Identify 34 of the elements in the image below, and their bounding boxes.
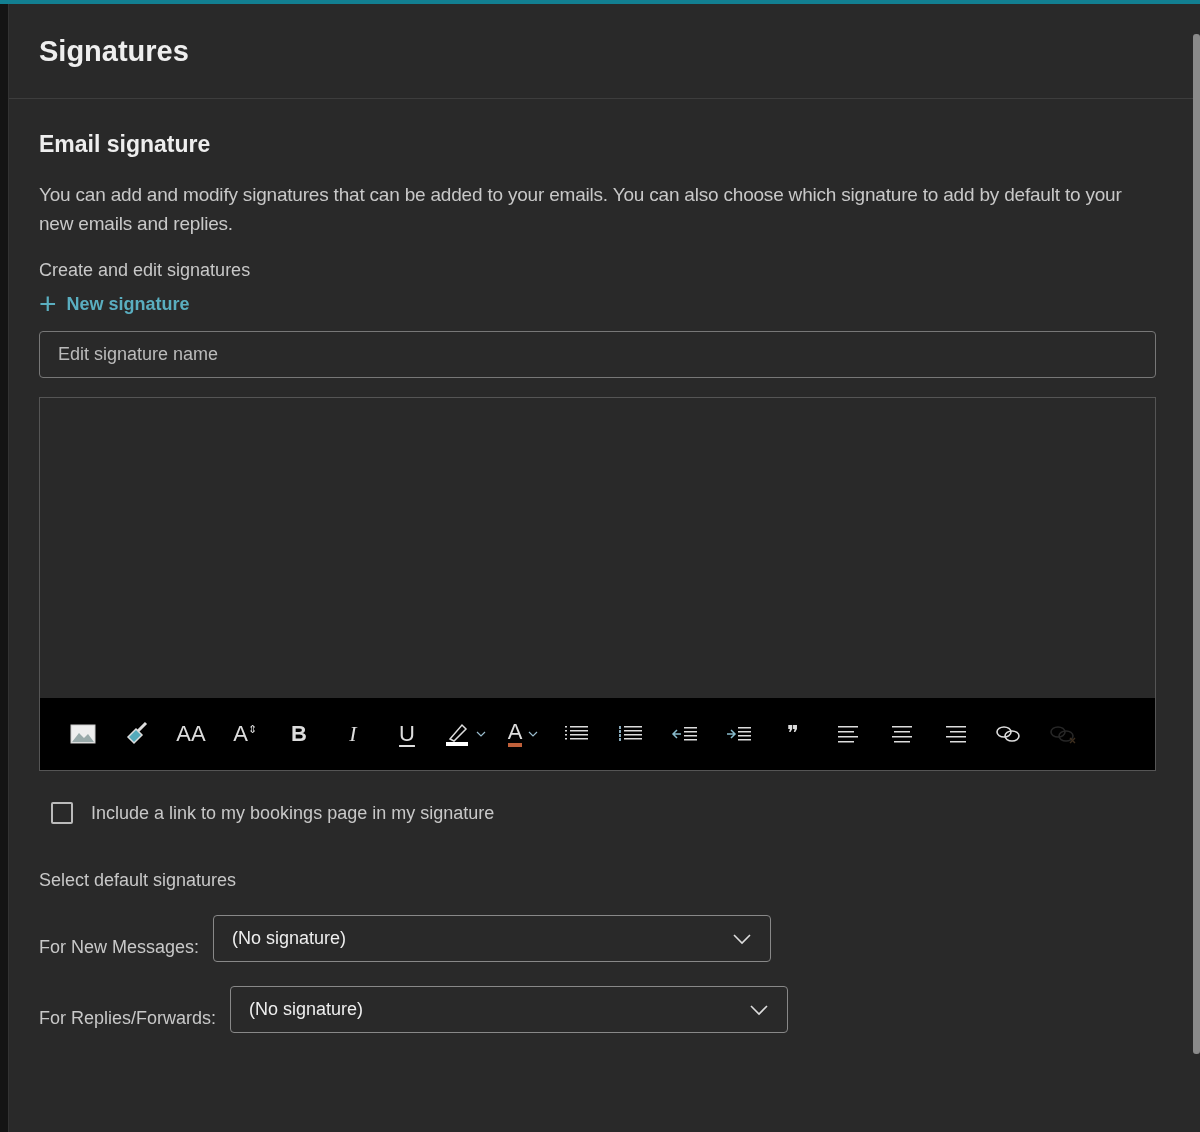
signature-editor[interactable]: AA A$^{⇕}$ B I U A ❞ (39, 397, 1156, 771)
signature-dropdown[interactable]: (No signature) (213, 915, 772, 962)
default-signature-label: For New Messages: (39, 937, 200, 959)
bold-button[interactable]: B (282, 714, 316, 754)
signature-name-field[interactable]: Edit signature name (39, 331, 1156, 378)
quote-button[interactable]: ❞ (776, 714, 810, 754)
highlighter-icon (444, 721, 470, 747)
paintbrush-icon (124, 721, 150, 747)
scrollbar-thumb[interactable] (1193, 34, 1200, 1054)
chevron-icon (476, 731, 486, 737)
defaults-label: Select default signatures (39, 870, 238, 891)
chevron-icon (732, 932, 753, 945)
unlink-icon (1049, 723, 1077, 745)
default-signature-label: For Replies/Forwards: (39, 1008, 217, 1030)
create-label: Create and edit signatures (39, 260, 252, 281)
panel-title: Signatures (39, 34, 189, 68)
italic-button[interactable]: I (336, 714, 370, 754)
new-signature-link[interactable]: + New signature (39, 289, 190, 319)
size-button[interactable]: A$^{⇕}$ (228, 714, 262, 754)
link-icon (995, 723, 1023, 745)
bookings-checkbox-label: Include a link to my bookings page in my signature (91, 802, 495, 824)
chevron-icon (749, 1003, 770, 1016)
font-button[interactable]: AA (174, 714, 208, 754)
font-color-button[interactable]: A (506, 714, 540, 754)
section-title: Email signature (39, 131, 212, 158)
outdent-icon (671, 724, 699, 744)
chevron-icon (528, 731, 539, 737)
underline-button[interactable]: U (390, 714, 424, 754)
signature-dropdown[interactable]: (No signature) (230, 986, 789, 1033)
bookings-checkbox[interactable] (51, 802, 73, 824)
image-icon (70, 724, 96, 744)
list-icon (618, 724, 644, 744)
indent-icon (725, 724, 753, 744)
section-description: You can add and modify signatures that can be added to your emails. You can also choose which signature to add by default to your new emails and replies. (39, 183, 1123, 236)
